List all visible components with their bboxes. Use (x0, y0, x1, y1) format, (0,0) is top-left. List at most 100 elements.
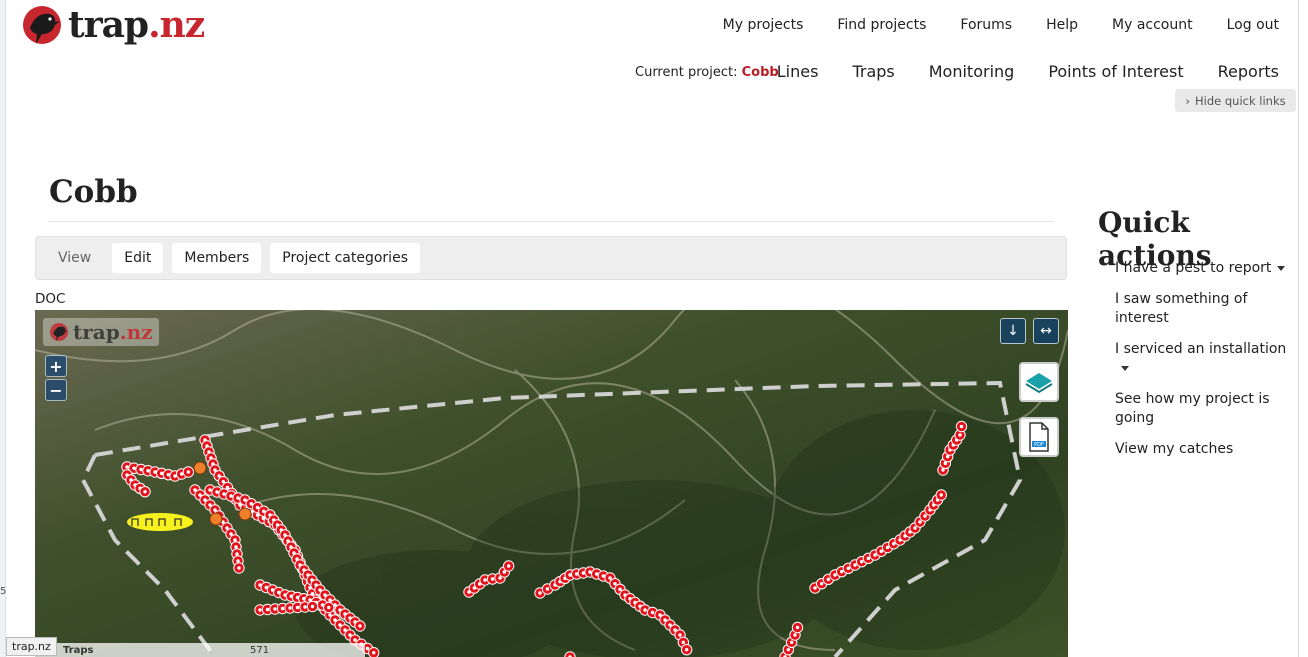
trap-marker-center (506, 564, 511, 568)
trap-marker-center (789, 640, 794, 645)
trap-marker-center (295, 605, 300, 610)
trap-marker-center (684, 647, 689, 652)
trap-marker-center (939, 493, 943, 497)
pdf-export-button[interactable]: PDF (1019, 417, 1059, 457)
hide-quick-links-label: Hide quick links (1194, 93, 1286, 108)
nav-my-projects[interactable]: My projects (723, 17, 804, 33)
trap-marker-center (288, 606, 292, 610)
expand-width-button[interactable]: ↔ (1033, 318, 1059, 344)
tab-project-categories[interactable]: Project categories (270, 243, 420, 273)
trap-marker-center (132, 466, 136, 470)
zoom-out-button[interactable]: − (45, 379, 67, 401)
bird-logo-icon (49, 322, 69, 342)
nav-find-projects[interactable]: Find projects (837, 17, 926, 33)
map-layer-summary: Traps 571 (35, 643, 365, 657)
trap-marker-center (913, 526, 917, 530)
trap-marker-center (650, 610, 655, 615)
trap-marker-center (613, 581, 617, 586)
trap-marker-center (538, 591, 542, 595)
nav-help[interactable]: Help (1046, 17, 1078, 33)
qa-serviced-installation[interactable]: I serviced an installation (1115, 340, 1300, 378)
svg-text:PDF: PDF (1034, 442, 1044, 448)
qa-project-progress-label: See how my project is going (1115, 391, 1270, 426)
trap-marker-center (678, 633, 682, 637)
title-divider (49, 221, 1054, 222)
qa-saw-something-label: I saw something of interest (1115, 291, 1248, 326)
map-watermark-logo: trap.nz (43, 318, 159, 346)
poi-marker[interactable] (209, 512, 223, 526)
map-logo-main: trap (73, 320, 120, 344)
poi-marker[interactable] (238, 507, 252, 521)
project-navigation: Lines Traps Monitoring Points of Interes… (777, 62, 1279, 81)
edge-number: 5 (0, 586, 7, 597)
caret-down-icon (1121, 365, 1129, 371)
nav-points-of-interest[interactable]: Points of Interest (1048, 62, 1183, 81)
bird-logo-icon (23, 6, 61, 44)
project-map[interactable]: trap.nz + − ↓ ↔ PDF Traps 571 (35, 310, 1068, 657)
trap-marker-center (483, 578, 487, 582)
caret-down-icon (1277, 265, 1286, 271)
trap-marker-center (502, 570, 507, 574)
trap-marker-center (125, 465, 129, 469)
qa-serviced-installation-label: I serviced an installation (1115, 341, 1287, 357)
quick-actions-list: I have a pest to report I saw something … (1115, 259, 1300, 471)
chevron-right-icon: › (1185, 93, 1190, 108)
top-navigation: My projects Find projects Forums Help My… (723, 17, 1279, 33)
trap-marker-center (353, 638, 357, 642)
nav-reports[interactable]: Reports (1218, 62, 1279, 81)
page-title: Cobb (49, 174, 138, 210)
current-project-name[interactable]: Cobb (742, 65, 779, 80)
qa-view-catches[interactable]: View my catches (1115, 440, 1300, 459)
arrow-left-right-icon: ↔ (1040, 323, 1052, 339)
trap-marker-center (235, 552, 239, 556)
nav-log-out[interactable]: Log out (1227, 17, 1279, 33)
qa-saw-something[interactable]: I saw something of interest (1115, 290, 1300, 328)
trap-marker-center (618, 587, 622, 592)
tab-members[interactable]: Members (172, 243, 262, 273)
current-project-label: Current project: (635, 65, 738, 80)
window-left-edge: 5 (0, 0, 6, 657)
zoom-in-button[interactable]: + (45, 355, 67, 377)
qa-pest-report[interactable]: I have a pest to report (1115, 259, 1300, 278)
logo-text-accent: .nz (148, 4, 205, 46)
tab-edit[interactable]: Edit (112, 243, 164, 273)
trap-marker-center (303, 605, 307, 609)
trap-marker-center (958, 433, 962, 437)
trap-marker-center (793, 633, 797, 637)
trap-marker-center (280, 606, 285, 611)
trap-marker-center (234, 545, 238, 549)
trap-marker-center (608, 576, 612, 580)
trap-marker-center (229, 494, 233, 498)
arrow-down-icon: ↓ (1007, 323, 1019, 339)
trap-marker-center (233, 538, 237, 542)
qa-view-catches-label: View my catches (1115, 441, 1234, 457)
trap-marker-center (208, 488, 212, 492)
trap-marker-center (545, 587, 550, 591)
nav-traps[interactable]: Traps (852, 62, 894, 81)
nav-monitoring[interactable]: Monitoring (929, 62, 1015, 81)
tab-view[interactable]: View (46, 243, 103, 273)
trap-marker-center (833, 573, 837, 577)
trap-marker-center (146, 469, 150, 473)
logo-text-main: trap (68, 4, 149, 46)
site-logo[interactable]: trap.nz (22, 4, 205, 46)
poi-marker[interactable] (193, 461, 207, 475)
highlighted-trap-line (127, 513, 193, 531)
trap-marker-center (681, 640, 686, 645)
trap-marker-center (273, 607, 277, 611)
trap-marker-center (310, 604, 315, 609)
hide-quick-links-button[interactable]: › Hide quick links (1175, 89, 1296, 112)
qa-project-progress[interactable]: See how my project is going (1115, 390, 1300, 428)
layers-button[interactable] (1019, 362, 1059, 402)
trap-marker-center (490, 577, 495, 581)
trap-marker-center (237, 566, 241, 570)
trap-marker-center (813, 586, 817, 590)
nav-lines[interactable]: Lines (777, 62, 819, 81)
nav-my-account[interactable]: My account (1112, 17, 1193, 33)
download-button[interactable]: ↓ (1000, 318, 1026, 344)
trap-marker-center (839, 569, 844, 574)
trap-marker-center (918, 520, 922, 524)
trap-marker-center (786, 647, 791, 652)
nav-forums[interactable]: Forums (960, 17, 1012, 33)
layer-label: Traps (63, 645, 94, 656)
